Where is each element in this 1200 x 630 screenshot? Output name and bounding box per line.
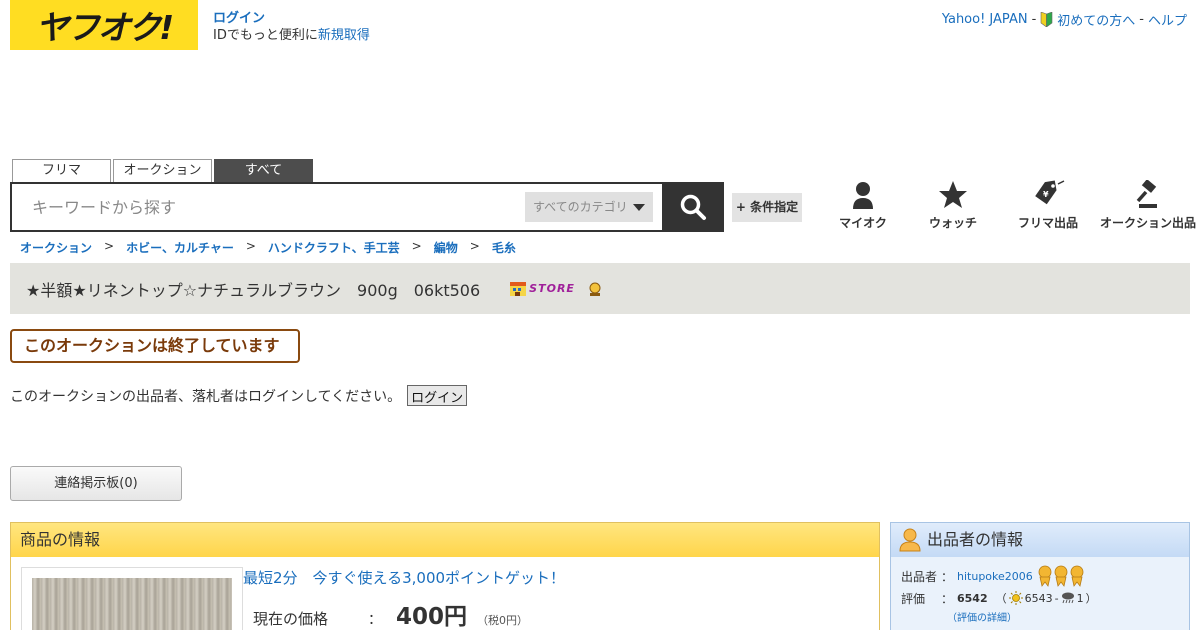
breadcrumb-separator: >: [469, 239, 480, 253]
login-promo: IDでもっと便利に新規取得: [213, 28, 370, 43]
price-tax: （税0円）: [477, 614, 529, 627]
search-button[interactable]: [662, 182, 724, 232]
star-icon: [939, 181, 967, 208]
chevron-down-icon: [633, 204, 645, 211]
nav-myauc-label: マイオク: [839, 216, 887, 230]
store-icon: [510, 281, 527, 296]
price-colon: ：: [368, 612, 382, 628]
price-tag-icon: ¥: [1035, 180, 1065, 205]
item-title: ★半額★リネントップ☆ナチュラルブラウン 900g 06kt506: [26, 280, 481, 300]
seller-heading-text: 出品者の情報: [927, 530, 1024, 549]
breadcrumb-item[interactable]: 毛糸: [492, 239, 516, 256]
tab-auction[interactable]: オークション: [113, 159, 212, 183]
tab-all[interactable]: すべて: [214, 159, 313, 183]
notice-login-button[interactable]: ログイン: [407, 385, 468, 406]
gavel-icon: [1136, 180, 1157, 208]
breadcrumb-item[interactable]: ホビー、カルチャー: [126, 239, 234, 256]
breadcrumb-separator: >: [411, 239, 422, 253]
breadcrumb-item[interactable]: 編物: [434, 239, 458, 256]
nav-watch[interactable]: ウォッチ: [908, 180, 998, 231]
rating-colon: ：: [940, 591, 953, 606]
category-select-label: すべてのカテゴリ: [533, 200, 628, 214]
tab-flea[interactable]: フリマ: [12, 159, 111, 183]
svg-text:¥: ¥: [1043, 190, 1049, 199]
current-price-row: 現在の価格 ： 400円 （税0円）: [253, 597, 528, 630]
seller-name-row: 出品者 ： hitupoke2006: [901, 565, 1097, 587]
advanced-search-button[interactable]: + 条件指定: [732, 193, 802, 222]
rating-good-count: 6543: [1024, 591, 1053, 605]
price-value: 400円: [396, 604, 468, 630]
nav-watch-label: ウォッチ: [928, 216, 977, 230]
rating-close-paren: ）: [1085, 592, 1097, 605]
price-label: 現在の価格: [253, 610, 329, 628]
rating-dash: -: [1054, 591, 1059, 605]
user-icon: [899, 528, 921, 552]
seller-rank-stars: [1037, 565, 1085, 587]
login-promo-text: IDでもっと便利に: [213, 28, 318, 43]
nav-myauc[interactable]: マイオク: [818, 180, 908, 231]
nav-flea-sell-label: フリマ出品: [1017, 216, 1078, 230]
login-area: ログイン IDでもっと便利に新規取得: [213, 10, 370, 44]
beginner-mark-icon: [1040, 12, 1053, 27]
nav-flea-sell[interactable]: ¥ フリマ出品: [998, 180, 1098, 231]
login-notice-text: このオークションの出品者、落札者はログインしてください。: [10, 388, 402, 405]
help-link[interactable]: ヘルプ: [1148, 10, 1187, 29]
beginner-link[interactable]: 初めての方へ: [1057, 10, 1135, 29]
product-thumbnail[interactable]: [32, 578, 232, 630]
store-label: STORE: [529, 282, 575, 295]
login-link[interactable]: ログイン: [213, 10, 370, 27]
seller-badge-icon: [589, 282, 601, 296]
search-icon: [680, 194, 706, 220]
seller-colon: ：: [940, 569, 953, 584]
message-board-button[interactable]: 連絡掲示板(0): [10, 466, 182, 501]
category-select[interactable]: すべてのカテゴリ: [525, 192, 653, 222]
breadcrumb-item[interactable]: ハンドクラフト、手工芸: [268, 239, 400, 256]
signup-link[interactable]: 新規取得: [318, 28, 370, 43]
store-badge: STORE: [510, 281, 575, 296]
breadcrumb-separator: >: [245, 239, 256, 253]
breadcrumb-item[interactable]: オークション: [20, 239, 92, 256]
rain-cloud-icon: [1061, 592, 1074, 604]
seller-info-heading: 出品者の情報: [891, 523, 1189, 557]
top-links-separator: -: [1139, 12, 1144, 27]
seller-rating-row: 評価 ： 6542 （ 6543 - 1 ）: [901, 587, 1097, 609]
rating-detail-link[interactable]: （評価の詳細）: [947, 609, 1017, 624]
yahuoku-logo[interactable]: ヤフオク!: [10, 0, 198, 50]
nav-auction-sell-label: オークション出品: [1099, 216, 1196, 230]
rating-bad-count: 1: [1076, 591, 1084, 605]
rating-open-paren: （: [995, 592, 1007, 605]
nav-icons: マイオク ウォッチ ¥ フリマ出品 オークション出品: [818, 180, 1198, 231]
yahoo-japan-link[interactable]: Yahoo! JAPAN: [942, 12, 1028, 27]
rating-label: 評価: [901, 591, 926, 606]
rating-score: 6542: [957, 591, 988, 605]
product-thumbnail-frame[interactable]: [21, 567, 243, 630]
seller-info-panel: 出品者の情報 出品者 ： hitupoke2006 評価 ： 6542 （ 65…: [890, 522, 1190, 630]
breadcrumb-separator: >: [104, 239, 115, 253]
points-promo-link[interactable]: 最短2分 今すぐ使える3,000ポイントゲット！: [243, 567, 565, 588]
top-links-separator: -: [1031, 12, 1037, 27]
product-info-heading: 商品の情報: [11, 523, 879, 557]
breadcrumb: オークション > ホビー、カルチャー > ハンドクラフト、手工芸 > 編物 > …: [20, 239, 516, 256]
person-icon: [853, 182, 873, 209]
rating-breakdown: （ 6543 - 1 ）: [996, 590, 1097, 606]
sun-icon: [1008, 591, 1023, 605]
item-title-bar: ★半額★リネントップ☆ナチュラルブラウン 900g 06kt506 STORE: [10, 263, 1190, 314]
top-links: Yahoo! JAPAN - 初めての方へ - ヘルプ: [942, 10, 1187, 29]
seller-name-link[interactable]: hitupoke2006: [957, 570, 1033, 583]
seller-label: 出品者: [901, 569, 938, 584]
auction-ended-label: このオークションは終了しています: [10, 329, 300, 363]
search-box: すべてのカテゴリ: [10, 182, 664, 232]
seller-rows: 出品者 ： hitupoke2006 評価 ： 6542 （ 6543 - 1 …: [901, 565, 1097, 609]
rank-badge-icon: [1038, 565, 1084, 587]
search-input[interactable]: [32, 196, 512, 218]
login-notice: このオークションの出品者、落札者はログインしてください。 ログイン: [10, 385, 468, 406]
product-info-panel: 商品の情報 最短2分 今すぐ使える3,000ポイントゲット！ 現在の価格 ： 4…: [10, 522, 880, 630]
search-tabs: フリマ オークション すべて: [12, 159, 313, 183]
nav-auction-sell[interactable]: オークション出品: [1098, 180, 1198, 231]
logo-text: ヤフオク!: [35, 8, 174, 47]
